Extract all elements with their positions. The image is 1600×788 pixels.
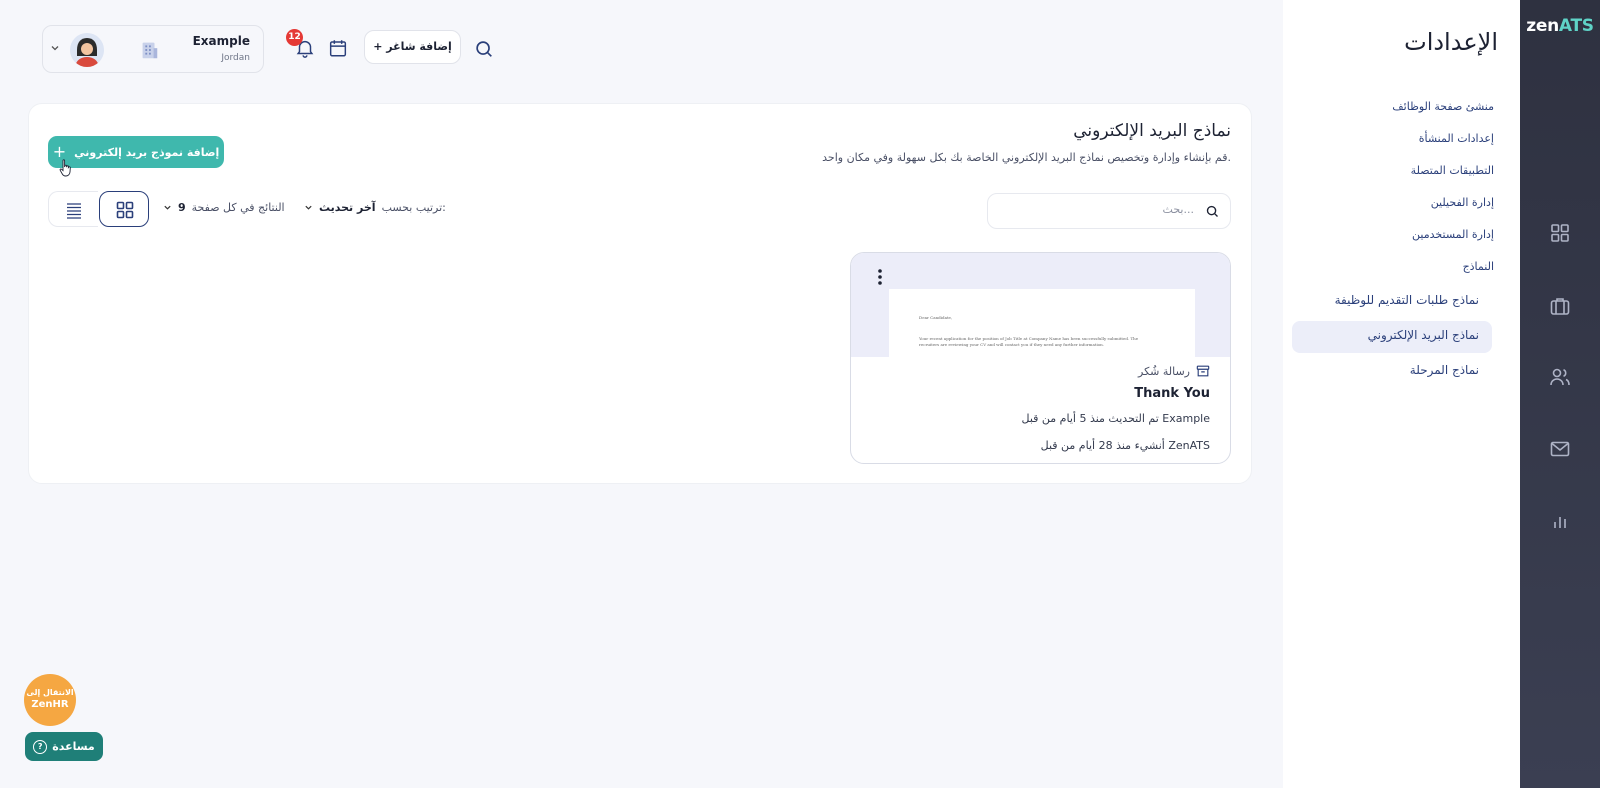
sort-value: آخر تحديث <box>319 201 376 214</box>
list-view-icon <box>67 203 81 219</box>
notifications-badge: 12 <box>286 29 303 46</box>
app-rail: zenATS <box>1520 0 1600 788</box>
email-preview-paper: Dear Candidate, Your recent application … <box>889 289 1195 357</box>
per-page-value: 9 <box>178 201 186 214</box>
help-icon: ? <box>33 739 48 754</box>
template-type-label: رسالة شُكر <box>1138 364 1190 378</box>
chevron-down-icon <box>305 205 312 210</box>
account-switcher[interactable]: Example Jordan <box>42 25 264 73</box>
zenhr-line1: الانتقال إلى <box>26 688 74 697</box>
search-box[interactable] <box>987 193 1231 229</box>
more-options-icon[interactable] <box>873 267 887 287</box>
mail-icon[interactable] <box>1548 437 1572 461</box>
preview-body: Your recent application for the position… <box>919 336 1139 347</box>
sidebar-item-users[interactable]: إدارة المستخدمين <box>1412 228 1494 241</box>
template-type: رسالة شُكر <box>1138 364 1210 378</box>
page-description: قم بإنشاء وإدارة وتخصيص نماذج البريد الإ… <box>822 151 1231 164</box>
sidebar-item-careers-page[interactable]: منشئ صفحة الوظائف <box>1392 100 1494 113</box>
sidebar-item-templates[interactable]: النماذج <box>1463 260 1494 273</box>
search-icon <box>1206 205 1218 217</box>
sidebar-subitem-application-forms[interactable]: نماذج طلبات التقديم للوظيفة <box>1335 293 1479 307</box>
template-preview: Dear Candidate, Your recent application … <box>851 253 1230 357</box>
calendar-icon[interactable] <box>327 37 349 59</box>
zenhr-line2: ZenHR <box>31 699 69 710</box>
template-updated: تم التحديث منذ 5 أيام من قبل Example <box>1021 412 1211 425</box>
dashboard-icon[interactable] <box>1548 221 1572 245</box>
avatar[interactable] <box>70 33 104 67</box>
grid-view-icon <box>116 201 134 219</box>
sidebar-subitem-email-templates[interactable]: نماذج البريد الإلكتروني <box>1368 328 1479 342</box>
hand-cursor-icon <box>59 159 71 177</box>
preview-greeting: Dear Candidate, <box>919 315 953 320</box>
user-avatar-icon <box>70 33 104 67</box>
add-email-template-button[interactable]: + إضافة نموذج بريد إلكتروني <box>48 136 224 168</box>
chevron-down-icon[interactable] <box>50 43 60 53</box>
sort-select[interactable]: آخر تحديث ترتيب بحسب: <box>304 201 446 214</box>
switch-to-zenhr-button[interactable]: الانتقال إلى ZenHR <box>24 674 76 726</box>
account-location: Jordan <box>221 53 250 63</box>
sidebar-subitem-stage-templates[interactable]: نماذج المرحلة <box>1410 363 1479 377</box>
help-button[interactable]: ? مساعدة <box>25 732 103 761</box>
grid-view-toggle[interactable] <box>99 191 149 227</box>
logo-text-ats: ATS <box>1558 16 1594 36</box>
page-title: نماذج البريد الإلكتروني <box>1073 121 1231 141</box>
per-page-label: النتائج في كل صفحة <box>191 201 285 214</box>
help-label: مساعدة <box>52 740 95 753</box>
sort-label: ترتيب بحسب: <box>381 201 446 214</box>
briefcase-icon[interactable] <box>1548 294 1572 318</box>
sidebar-item-pipelines[interactable]: إدارة الفحيلين <box>1431 196 1494 209</box>
template-name: Thank You <box>1134 386 1210 401</box>
account-name: Example <box>192 34 250 48</box>
sidebar-title: الإعدادات <box>1404 28 1498 56</box>
email-templates-panel: نماذج البريد الإلكتروني قم بإنشاء وإدارة… <box>28 103 1252 484</box>
search-icon[interactable] <box>473 38 495 60</box>
list-view-toggle[interactable] <box>48 191 98 227</box>
archive-box-icon <box>1196 365 1210 377</box>
settings-sidebar: الإعدادات منشئ صفحة الوظائف إعدادات المن… <box>1283 0 1520 788</box>
company-building-icon <box>142 42 158 59</box>
zenats-logo[interactable]: zenATS <box>1520 16 1600 36</box>
add-email-template-label: إضافة نموذج بريد إلكتروني <box>74 145 220 159</box>
reports-icon[interactable] <box>1548 509 1572 533</box>
add-vacancy-button[interactable]: + إضافة شاغر <box>364 30 461 64</box>
chevron-down-icon <box>164 205 171 210</box>
sidebar-item-company-settings[interactable]: إعدادات المنشأة <box>1419 132 1494 145</box>
template-created: أنشيء منذ 28 أيام من قبل ZenATS <box>1040 439 1210 452</box>
search-input[interactable] <box>1004 203 1194 216</box>
sidebar-item-integrations[interactable]: التطبيقات المتصلة <box>1411 164 1494 177</box>
per-page-select[interactable]: 9 النتائج في كل صفحة <box>163 201 285 214</box>
logo-text-zen: zen <box>1526 16 1559 36</box>
template-card[interactable]: Dear Candidate, Your recent application … <box>850 252 1231 464</box>
users-icon[interactable] <box>1548 365 1572 389</box>
